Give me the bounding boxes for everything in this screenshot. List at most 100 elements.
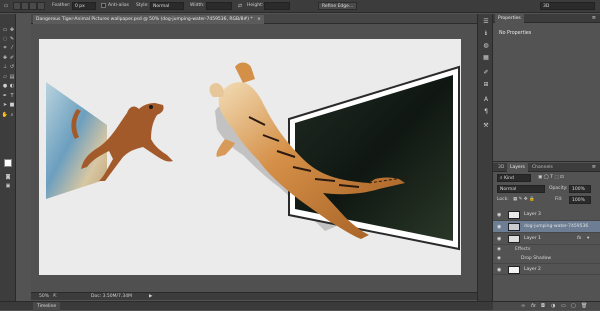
path-selection-tool-icon[interactable]: ➤	[2, 102, 8, 108]
layer-kind-filter[interactable]: ⌕ Kind	[497, 174, 531, 182]
tab-channels[interactable]: Channels	[529, 163, 556, 172]
layers-panel-header: 3D Layers Channels ≡	[493, 163, 600, 172]
delete-layer-icon[interactable]: 🗑	[581, 302, 587, 310]
visibility-eye-icon[interactable]: ◉	[497, 264, 501, 276]
refine-edge-button[interactable]: Refine Edge...	[318, 2, 358, 10]
status-bar: 50% ⇱ Doc: 3.50M/7.34M ▶	[31, 292, 491, 300]
close-icon[interactable]: ×	[257, 17, 261, 22]
layer-thumbnail	[508, 211, 520, 219]
history-panel-icon[interactable]: ☰	[482, 18, 490, 25]
visibility-eye-icon[interactable]: ◉	[497, 245, 501, 254]
swatches-panel-icon[interactable]: ▦	[482, 54, 490, 61]
fx-badge[interactable]: fx	[577, 233, 581, 245]
panel-dock: ☰ ℹ ◍ ▦ ✐ ⊞ A ¶ ⚒	[477, 14, 493, 301]
layer-row[interactable]: ◉ Layer 3	[493, 209, 600, 221]
fill-label: Fill:	[555, 197, 563, 202]
crop-tool-icon[interactable]: ⌗	[2, 45, 8, 51]
layer-row[interactable]: ◉ Layer 1 fx ▾	[493, 233, 600, 245]
filter-type-icons[interactable]: ▣ ◯ T ⬚ ⊡	[538, 175, 564, 180]
eraser-tool-icon[interactable]: ▱	[2, 74, 8, 80]
tab-layers[interactable]: Layers	[507, 163, 528, 172]
adjustment-layer-icon[interactable]: ◑	[551, 302, 555, 310]
layer-row-selected[interactable]: ◉ dog-jumping-water-7459536	[493, 221, 600, 233]
layer-name: dog-jumping-water-7459536	[524, 224, 589, 229]
effects-row[interactable]: ◉ Effects	[493, 245, 600, 254]
properties-title: No Properties	[499, 31, 532, 36]
blur-tool-icon[interactable]: ●	[2, 83, 8, 89]
document-canvas[interactable]	[39, 39, 461, 275]
eyedropper-tool-icon[interactable]: ⁄	[9, 45, 15, 51]
quick-mask-icon[interactable]: ◙	[5, 174, 11, 180]
new-layer-icon[interactable]: ▢	[571, 302, 576, 310]
move-tool-icon[interactable]: ✥	[9, 27, 15, 33]
add-to-selection-button[interactable]	[21, 2, 29, 10]
panel-menu-icon[interactable]: ≡	[592, 15, 596, 21]
marquee-tool-preset-icon[interactable]: ▭	[3, 3, 9, 9]
new-selection-button[interactable]	[13, 2, 21, 10]
layers-menu-icon[interactable]: ≡	[592, 164, 596, 170]
collapse-effects-icon[interactable]: ▾	[587, 233, 589, 245]
hand-tool-icon[interactable]: ✋	[2, 112, 8, 118]
tool-presets-panel-icon[interactable]: ⚒	[482, 122, 490, 129]
swap-dimensions-icon[interactable]: ⇄	[237, 3, 243, 9]
quick-select-tool-icon[interactable]: ✎	[9, 36, 15, 42]
clone-stamp-tool-icon[interactable]: ⊥	[2, 64, 8, 70]
height-input[interactable]	[264, 2, 290, 10]
feather-input[interactable]: 0 px	[72, 2, 96, 10]
healing-brush-tool-icon[interactable]: ✚	[2, 55, 8, 61]
zoom-readout[interactable]: 50%	[39, 293, 49, 300]
visibility-eye-icon[interactable]: ◉	[497, 254, 501, 263]
history-brush-tool-icon[interactable]: ↺	[9, 64, 15, 70]
clone-source-panel-icon[interactable]: ⊞	[482, 81, 490, 88]
add-mask-icon[interactable]: ◘	[541, 302, 545, 310]
visibility-eye-icon[interactable]: ◉	[497, 209, 501, 221]
width-input[interactable]	[206, 2, 232, 10]
status-menu-arrow-icon[interactable]: ▶	[149, 293, 152, 300]
gradient-tool-icon[interactable]: ▤	[9, 74, 15, 80]
properties-panel: Properties ≡ No Properties	[493, 14, 600, 162]
add-style-icon[interactable]: fx	[531, 302, 536, 310]
visibility-eye-icon[interactable]: ◉	[497, 221, 501, 233]
intersect-selection-button[interactable]	[37, 2, 45, 10]
fill-input[interactable]: 100%	[569, 196, 591, 204]
export-icon[interactable]: ⇱	[53, 293, 57, 300]
tab-properties[interactable]: Properties	[495, 14, 524, 23]
brush-panel-icon[interactable]: ✐	[482, 69, 490, 76]
layer-name: Layer 2	[524, 267, 541, 272]
layer-row[interactable]: ◉ Layer 2	[493, 263, 600, 275]
zoom-tool-icon[interactable]: ⌕	[9, 112, 15, 118]
tab-3d[interactable]: 3D	[495, 163, 507, 172]
lock-icons[interactable]: ▦ ✎ ✥ 🔒	[513, 197, 535, 202]
lasso-tool-icon[interactable]: ◌	[2, 36, 8, 42]
tools-panel: ▭ ✥ ◌ ✎ ⌗ ⁄ ✚ ✐ ⊥ ↺ ▱ ▤ ● ◐ ✒ T ➤ ■ ✋ ⌕ …	[0, 14, 16, 310]
dodge-tool-icon[interactable]: ◐	[9, 83, 15, 89]
effects-label: Effects	[515, 247, 531, 252]
style-select[interactable]: Normal	[150, 2, 184, 10]
antialias-checkbox[interactable]	[101, 3, 106, 8]
marquee-tool-icon[interactable]: ▭	[2, 27, 8, 33]
new-group-icon[interactable]: ▭	[561, 302, 566, 310]
paragraph-panel-icon[interactable]: ¶	[482, 108, 490, 115]
link-layers-icon[interactable]: ∞	[521, 302, 525, 310]
document-tab[interactable]: Dangerous Tiger-Animal Pictures wallpape…	[33, 15, 264, 24]
workspace-select[interactable]: 3D	[540, 2, 595, 10]
screen-mode-icon[interactable]: ▣	[5, 183, 11, 189]
color-panel-icon[interactable]: ◍	[482, 42, 490, 49]
type-tool-icon[interactable]: T	[9, 93, 15, 99]
kind-filter-label: Kind	[503, 176, 514, 181]
visibility-eye-icon[interactable]: ◉	[497, 233, 501, 245]
effect-drop-shadow-row[interactable]: ◉ Drop Shadow	[493, 254, 600, 263]
opacity-input[interactable]: 100%	[569, 185, 591, 193]
info-panel-icon[interactable]: ℹ	[482, 30, 490, 37]
antialias-label: Anti-alias	[108, 3, 129, 8]
drop-shadow-label: Drop Shadow	[521, 256, 552, 261]
properties-panel-header: Properties ≡	[493, 14, 600, 23]
foreground-color-swatch[interactable]	[4, 159, 12, 167]
pen-tool-icon[interactable]: ✒	[2, 93, 8, 99]
blend-mode-select[interactable]: Normal	[497, 185, 545, 193]
subtract-selection-button[interactable]	[29, 2, 37, 10]
opacity-label: Opacity:	[549, 186, 568, 191]
brush-tool-icon[interactable]: ✐	[9, 55, 15, 61]
shape-tool-icon[interactable]: ■	[9, 102, 15, 108]
character-panel-icon[interactable]: A	[482, 96, 490, 103]
